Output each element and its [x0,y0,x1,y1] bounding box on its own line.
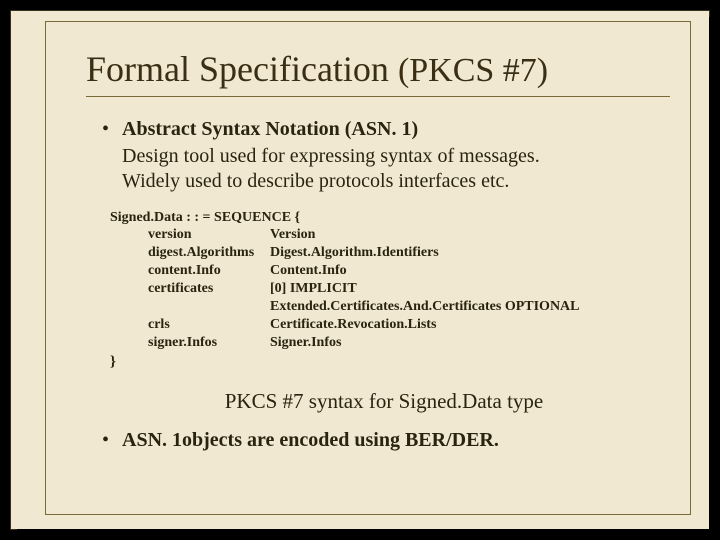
slide-content: • Abstract Syntax Notation (ASN. 1) Desi… [46,111,690,452]
bullet-body-line: Design tool used for expressing syntax o… [122,144,666,169]
asn-row: Extended.Certificates.And.Certificates O… [110,298,666,316]
asn-sequence-open: Signed.Data : : = SEQUENCE { [110,210,666,226]
asn-field-name: version [110,226,270,244]
bullet-heading: ASN. 1objects are encoded using BER/DER. [122,428,499,452]
title-rule [86,96,670,97]
asn-row: certificates[0] IMPLICIT [110,280,666,298]
bullet-item: • ASN. 1objects are encoded using BER/DE… [102,428,666,452]
asn-row: content.InfoContent.Info [110,262,666,280]
slide-frame: Formal Specification (PKCS #7) • Abstrac… [45,21,691,515]
asn-sequence-close: } [110,352,666,371]
asn-row: crlsCertificate.Revocation.Lists [110,316,666,334]
asn-row: versionVersion [110,226,666,244]
asn-field-name: crls [110,316,270,334]
asn-code-block: Signed.Data : : = SEQUENCE { versionVers… [110,210,666,371]
asn-field-type: Content.Info [270,262,347,280]
asn-field-type: Version [270,226,315,244]
title-main: Formal Specification [86,49,398,89]
asn-field-name: certificates [110,280,270,298]
figure-caption: PKCS #7 syntax for Signed.Data type [102,389,666,414]
slide-card: Formal Specification (PKCS #7) • Abstrac… [10,10,710,530]
asn-field-type: [0] IMPLICIT [270,280,357,298]
asn-field-type: Digest.Algorithm.Identifiers [270,244,439,262]
asn-row: digest.AlgorithmsDigest.Algorithm.Identi… [110,244,666,262]
bullet-body-line: Widely used to describe protocols interf… [122,169,666,194]
bullet-dot-icon: • [102,428,122,452]
asn-field-name: content.Info [110,262,270,280]
bullet-item: • Abstract Syntax Notation (ASN. 1) [102,117,666,141]
asn-field-name [110,298,270,316]
bullet-dot-icon: • [102,117,122,141]
asn-row: signer.InfosSigner.Infos [110,334,666,352]
slide-title: Formal Specification (PKCS #7) [46,22,690,94]
asn-field-name: digest.Algorithms [110,244,270,262]
asn-field-type: Signer.Infos [270,334,341,352]
shadow-right [709,17,715,537]
asn-field-type: Certificate.Revocation.Lists [270,316,436,334]
bullet-heading: Abstract Syntax Notation (ASN. 1) [122,117,418,141]
asn-field-name: signer.Infos [110,334,270,352]
asn-field-type: Extended.Certificates.And.Certificates O… [270,298,580,316]
title-paren: (PKCS #7) [398,52,548,89]
shadow-bottom [17,529,717,535]
